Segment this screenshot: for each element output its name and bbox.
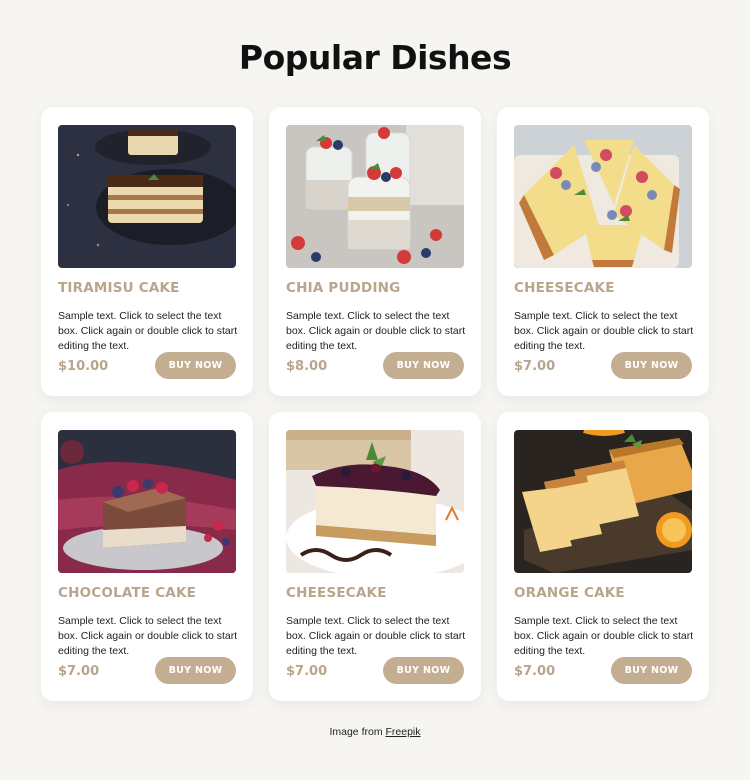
dish-card: CHIA PUDDING Sample text. Click to selec… bbox=[269, 107, 481, 396]
dish-name: CHEESECAKE bbox=[514, 280, 615, 296]
buy-now-button[interactable]: BUY NOW bbox=[611, 657, 692, 684]
card-footer: $7.00 BUY NOW bbox=[58, 657, 236, 684]
image-credit: Image from Freepik bbox=[0, 726, 750, 738]
freepik-link[interactable]: Freepik bbox=[386, 726, 421, 738]
dish-name: TIRAMISU CAKE bbox=[58, 280, 180, 296]
dish-name: CHOCOLATE CAKE bbox=[58, 585, 197, 601]
dish-image-orange-cake bbox=[514, 430, 692, 573]
buy-now-button[interactable]: BUY NOW bbox=[383, 352, 464, 379]
dish-card: CHOCOLATE CAKE Sample text. Click to sel… bbox=[41, 412, 253, 701]
dish-image-chocolate-cake bbox=[58, 430, 236, 573]
dish-description: Sample text. Click to select the text bo… bbox=[286, 615, 466, 657]
dish-price: $8.00 bbox=[286, 359, 328, 374]
card-footer: $7.00 BUY NOW bbox=[514, 352, 692, 379]
dish-image-chia-pudding bbox=[286, 125, 464, 268]
dish-description: Sample text. Click to select the text bo… bbox=[286, 310, 466, 352]
dish-name: CHIA PUDDING bbox=[286, 280, 401, 296]
buy-now-button[interactable]: BUY NOW bbox=[611, 352, 692, 379]
dish-name: CHEESECAKE bbox=[286, 585, 387, 601]
dish-image-cheesecake-slices bbox=[514, 125, 692, 268]
dish-description: Sample text. Click to select the text bo… bbox=[58, 310, 238, 352]
dish-price: $10.00 bbox=[58, 359, 109, 374]
dish-card: ORANGE CAKE Sample text. Click to select… bbox=[497, 412, 709, 701]
buy-now-button[interactable]: BUY NOW bbox=[155, 352, 236, 379]
card-footer: $7.00 BUY NOW bbox=[286, 657, 464, 684]
dish-card: TIRAMISU CAKE Sample text. Click to sele… bbox=[41, 107, 253, 396]
dish-card: CHEESECAKE Sample text. Click to select … bbox=[497, 107, 709, 396]
credit-text: Image from bbox=[329, 726, 383, 738]
dish-description: Sample text. Click to select the text bo… bbox=[514, 615, 694, 657]
card-footer: $10.00 BUY NOW bbox=[58, 352, 236, 379]
dish-image-tiramisu bbox=[58, 125, 236, 268]
buy-now-button[interactable]: BUY NOW bbox=[383, 657, 464, 684]
dish-card: CHEESECAKE Sample text. Click to select … bbox=[269, 412, 481, 701]
dishes-grid: TIRAMISU CAKE Sample text. Click to sele… bbox=[41, 107, 709, 701]
dish-name: ORANGE CAKE bbox=[514, 585, 625, 601]
dish-price: $7.00 bbox=[58, 664, 100, 679]
buy-now-button[interactable]: BUY NOW bbox=[155, 657, 236, 684]
dish-price: $7.00 bbox=[514, 359, 556, 374]
page-title: Popular Dishes bbox=[238, 38, 512, 77]
card-footer: $7.00 BUY NOW bbox=[514, 657, 692, 684]
dish-description: Sample text. Click to select the text bo… bbox=[514, 310, 694, 352]
dish-price: $7.00 bbox=[286, 664, 328, 679]
dish-image-cheesecake-slice bbox=[286, 430, 464, 573]
card-footer: $8.00 BUY NOW bbox=[286, 352, 464, 379]
dish-description: Sample text. Click to select the text bo… bbox=[58, 615, 238, 657]
dish-price: $7.00 bbox=[514, 664, 556, 679]
